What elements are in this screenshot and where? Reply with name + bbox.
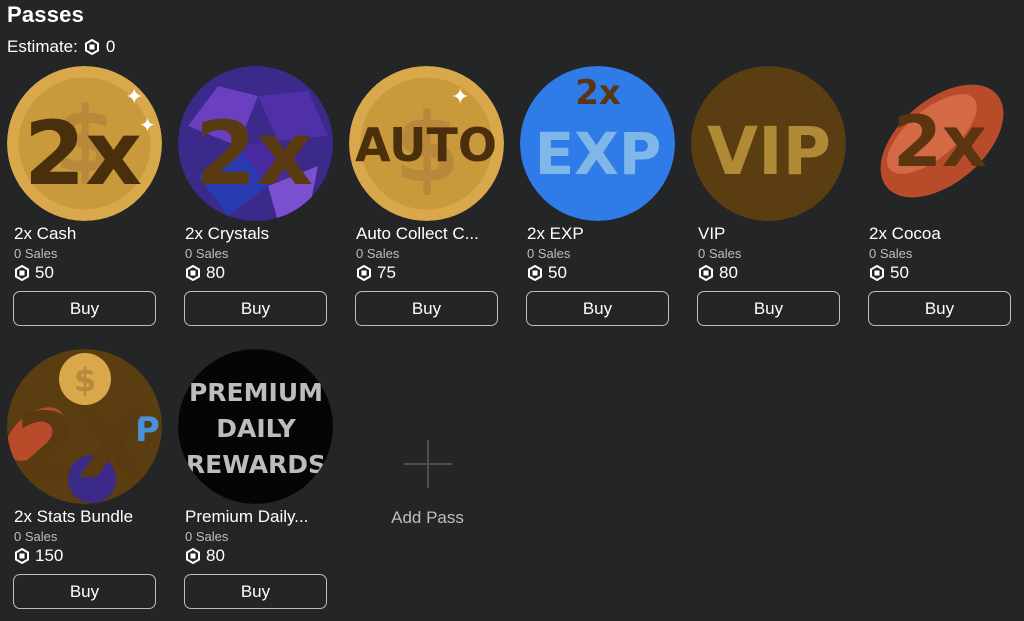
thumb-text: AUTO	[355, 118, 497, 172]
svg-text:✦: ✦	[451, 84, 469, 109]
pass-card: 2x EXP 2x EXP 0 Sales 50 Buy	[520, 66, 675, 326]
pass-sales: 0 Sales	[14, 246, 58, 261]
pass-price: 50	[8, 263, 158, 283]
price-value: 50	[890, 263, 909, 282]
robux-icon	[528, 265, 542, 281]
buy-button[interactable]: Buy	[13, 574, 156, 609]
cash-coin-icon: $ 2x ✦ ✦	[7, 66, 162, 221]
robux-icon	[15, 265, 29, 281]
pass-card: 2x 2x Cocoa 0 Sales 50 Buy	[863, 66, 1013, 326]
pass-thumbnail[interactable]: VIP	[691, 66, 846, 221]
pass-thumbnail[interactable]: 2x	[862, 66, 1017, 221]
pass-name: 2x Cocoa	[869, 224, 941, 243]
pass-thumbnail[interactable]: $ 2x ✦ ✦	[7, 66, 162, 221]
thumb-text-small: 2x	[575, 73, 621, 113]
pass-sales: 0 Sales	[14, 529, 58, 544]
pass-thumbnail[interactable]: $ P 2X	[7, 349, 162, 504]
add-pass-button[interactable]: Add Pass	[355, 430, 500, 528]
pass-name: 2x Crystals	[185, 224, 270, 243]
pass-price: 150	[8, 546, 158, 566]
thumb-text: 2X	[15, 394, 147, 499]
buy-button[interactable]: Buy	[13, 291, 156, 326]
thumb-text: 2x	[195, 102, 313, 205]
pass-card: 2x 2x Crystals 0 Sales 80 Buy	[178, 66, 333, 326]
pass-name: VIP	[698, 224, 726, 243]
pass-thumbnail[interactable]: PREMIUM DAILY REWARDS	[178, 349, 333, 504]
pass-card: VIP VIP 0 Sales 80 Buy	[691, 66, 846, 326]
thumb-line: DAILY	[216, 414, 296, 443]
price-value: 50	[35, 263, 54, 282]
thumb-text: 2x	[893, 101, 987, 183]
crystals-icon: 2x	[178, 66, 333, 221]
cocoa-bean-icon: 2x	[880, 84, 1004, 198]
pass-price: 50	[521, 263, 671, 283]
buy-button[interactable]: Buy	[184, 291, 327, 326]
pass-price: 75	[350, 263, 500, 283]
thumb-text: VIP	[707, 113, 831, 190]
pass-sales: 0 Sales	[185, 246, 229, 261]
robux-icon	[15, 548, 29, 564]
pass-sales: 0 Sales	[185, 529, 229, 544]
buy-button[interactable]: Buy	[526, 291, 669, 326]
stats-bundle-icon: $ P 2X	[7, 349, 162, 504]
pass-name: 2x Stats Bundle	[14, 507, 134, 526]
pass-thumbnail[interactable]: 2x	[178, 66, 333, 221]
price-value: 80	[206, 263, 225, 282]
pass-card: $ 2x ✦ ✦ 2x Cash 0 Sales 50 Buy	[7, 66, 162, 326]
price-value: 80	[719, 263, 738, 282]
pass-thumbnail[interactable]: 2x EXP	[520, 66, 675, 221]
svg-text:✦: ✦	[125, 84, 143, 109]
pass-name: 2x EXP	[527, 224, 584, 243]
robux-icon	[186, 265, 200, 281]
robux-icon	[699, 265, 713, 281]
add-pass-label: Add Pass	[391, 508, 464, 527]
auto-collect-icon: $ AUTO ✦	[349, 66, 504, 221]
pass-sales: 0 Sales	[698, 246, 742, 261]
pass-sales: 0 Sales	[356, 246, 400, 261]
price-value: 50	[548, 263, 567, 282]
pass-sales: 0 Sales	[869, 246, 913, 261]
thumb-line: PREMIUM	[189, 378, 323, 407]
buy-button[interactable]: Buy	[868, 291, 1011, 326]
buy-button[interactable]: Buy	[184, 574, 327, 609]
pass-price: 50	[863, 263, 1013, 283]
price-value: 75	[377, 263, 396, 282]
passes-grid: $ 2x ✦ ✦ 2x Cash 0 Sales 50 Buy 2x 2x Cr…	[0, 0, 1024, 621]
pass-card: $ AUTO ✦ Auto Collect C... 0 Sales 75 Bu…	[349, 66, 504, 326]
plus-icon	[403, 440, 452, 488]
pass-sales: 0 Sales	[527, 246, 571, 261]
buy-button[interactable]: Buy	[697, 291, 840, 326]
pass-name: Premium Daily...	[185, 507, 309, 526]
pass-card: $ P 2X 2x Stats Bundle 0 Sales 150 Buy	[7, 349, 162, 609]
vip-icon: VIP	[691, 66, 846, 221]
pass-thumbnail[interactable]: $ AUTO ✦	[349, 66, 504, 221]
premium-daily-icon: PREMIUM DAILY REWARDS	[178, 349, 333, 504]
price-value: 80	[206, 546, 225, 565]
pass-price: 80	[692, 263, 842, 283]
pass-name: 2x Cash	[14, 224, 77, 243]
robux-icon	[357, 265, 371, 281]
thumb-text: EXP	[535, 120, 662, 188]
svg-text:✦: ✦	[139, 115, 156, 137]
price-value: 150	[35, 546, 64, 565]
exp-icon: 2x EXP	[520, 66, 675, 221]
thumb-text: 2x	[24, 102, 142, 205]
pass-price: 80	[179, 546, 329, 566]
pass-name: Auto Collect C...	[356, 224, 479, 243]
robux-icon	[870, 265, 884, 281]
buy-button[interactable]: Buy	[355, 291, 498, 326]
thumb-line: REWARDS	[186, 450, 326, 479]
pass-price: 80	[179, 263, 329, 283]
robux-icon	[186, 548, 200, 564]
pass-card: PREMIUM DAILY REWARDS Premium Daily... 0…	[178, 349, 333, 609]
